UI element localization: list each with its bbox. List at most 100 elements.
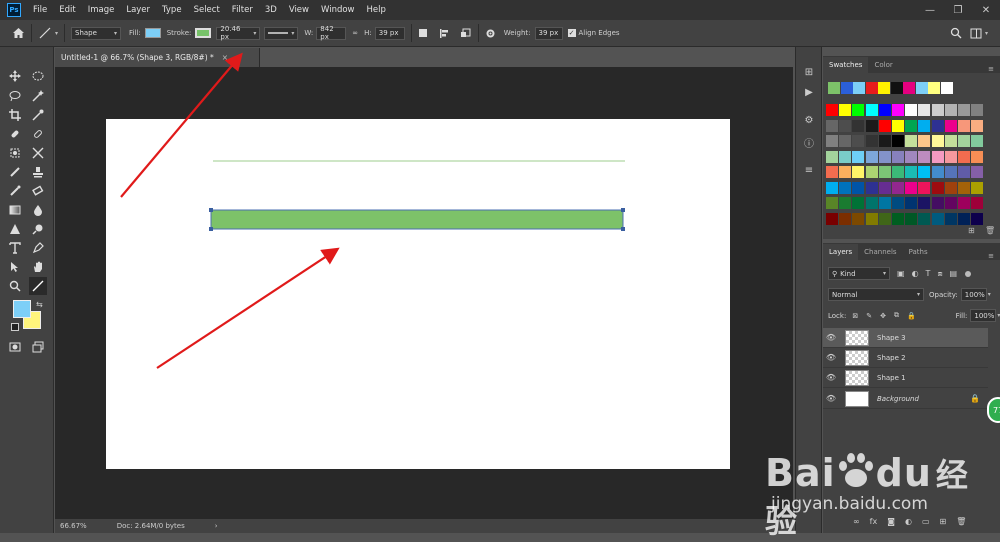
stamp-tool-icon[interactable] (29, 163, 47, 181)
color-swatch[interactable] (852, 197, 865, 209)
visibility-eye-icon[interactable]: 👁 (823, 394, 839, 403)
eraser-tool-icon[interactable] (29, 182, 47, 200)
color-swatch[interactable] (878, 197, 891, 209)
color-swatch[interactable] (852, 119, 865, 132)
color-swatch[interactable] (865, 150, 878, 163)
color-swatch[interactable] (971, 197, 984, 209)
color-swatch[interactable] (878, 135, 891, 147)
path-arrangement-icon[interactable] (460, 28, 472, 39)
line-tool-icon[interactable] (29, 277, 47, 295)
zoom-level[interactable]: 66.67% (60, 522, 87, 530)
color-swatch[interactable] (878, 104, 891, 116)
color-swatch[interactable] (971, 166, 984, 178)
pen-tool-icon[interactable] (29, 239, 47, 257)
swap-colors-icon[interactable]: ⇆ (36, 300, 43, 309)
align-edges-checkbox[interactable]: ✓ Align Edges (567, 29, 620, 37)
color-swatch[interactable] (878, 119, 891, 132)
color-swatch[interactable] (944, 135, 957, 147)
color-swatch[interactable] (905, 166, 918, 178)
lock-position-icon[interactable]: ✥ (880, 312, 886, 320)
color-swatch[interactable] (839, 166, 852, 178)
gear-icon[interactable] (485, 28, 496, 39)
layers-panel-menu-icon[interactable]: ≡ (988, 252, 1000, 260)
filter-adjustment-icon[interactable]: ◐ (912, 269, 919, 278)
color-swatch[interactable] (865, 212, 878, 225)
color-swatch[interactable] (958, 197, 970, 209)
layer-row[interactable]: 👁 Shape 3 (823, 328, 988, 348)
magic-wand-tool-icon[interactable] (29, 87, 47, 105)
color-swatch[interactable] (852, 181, 865, 194)
color-swatch[interactable] (878, 166, 891, 178)
visibility-eye-icon[interactable]: 👁 (823, 373, 839, 382)
color-swatch[interactable] (865, 166, 878, 178)
recent-swatch[interactable] (865, 82, 878, 94)
color-swatch[interactable] (944, 212, 957, 225)
fill-color-swatch[interactable] (144, 28, 161, 38)
link-icon[interactable]: ∞ (352, 29, 358, 37)
color-swatch[interactable] (931, 181, 944, 194)
brush-tool-icon[interactable] (29, 125, 47, 143)
stroke-width-field[interactable]: 20.46 px ▾ (216, 25, 261, 41)
workspace-icon[interactable]: ▾ (970, 28, 988, 39)
healing-brush-tool-icon[interactable] (6, 125, 24, 143)
eyedropper-tool-icon[interactable] (29, 106, 47, 124)
color-swatch[interactable] (878, 212, 891, 225)
color-swatch[interactable] (905, 197, 918, 209)
lock-pixels-icon[interactable]: ✎ (866, 312, 872, 320)
restore-icon[interactable]: ❐ (944, 0, 972, 20)
lock-transparent-icon[interactable]: ⊠ (852, 312, 858, 320)
screen-mode-icon[interactable] (29, 338, 47, 356)
color-swatch[interactable] (971, 119, 984, 132)
stroke-color-swatch[interactable] (195, 28, 212, 38)
dodge-tool-icon[interactable] (6, 220, 24, 238)
visibility-eye-icon[interactable]: 👁 (823, 353, 839, 362)
close-icon[interactable]: ✕ (972, 0, 1000, 20)
color-swatch[interactable] (878, 150, 891, 163)
color-swatch[interactable] (931, 104, 944, 116)
foreground-color-swatch[interactable] (13, 300, 31, 318)
lock-artboard-icon[interactable]: ⧉ (894, 311, 899, 320)
color-swatch[interactable] (958, 150, 970, 163)
color-swatch[interactable] (905, 104, 918, 116)
tab-color[interactable]: Color (868, 57, 898, 73)
lock-all-icon[interactable]: 🔒 (907, 312, 916, 320)
color-swatch[interactable] (826, 150, 838, 163)
filter-toggle-icon[interactable] (965, 270, 972, 277)
recent-swatch[interactable] (853, 82, 865, 94)
paint-brush-tool-icon[interactable] (6, 163, 24, 181)
color-swatch[interactable] (905, 150, 918, 163)
color-swatch[interactable] (839, 119, 852, 132)
color-swatch[interactable] (931, 166, 944, 178)
menu-window[interactable]: Window (315, 0, 361, 20)
color-swatch[interactable] (892, 212, 904, 225)
color-swatch[interactable] (918, 181, 931, 194)
tool-mode-select[interactable]: Shape ▾ (71, 26, 122, 40)
recent-swatch[interactable] (903, 82, 915, 94)
color-swatch[interactable] (918, 150, 931, 163)
close-document-icon[interactable]: × (222, 53, 228, 62)
color-swatch[interactable] (826, 166, 838, 178)
color-swatch[interactable] (892, 150, 904, 163)
color-swatch[interactable] (958, 104, 970, 116)
color-swatch[interactable] (958, 212, 970, 225)
move-tool-icon[interactable] (6, 67, 24, 85)
color-swatch[interactable] (865, 197, 878, 209)
color-swatch[interactable] (865, 119, 878, 132)
color-swatch[interactable] (958, 135, 970, 147)
color-swatch[interactable] (852, 166, 865, 178)
gradient-tool-icon[interactable] (6, 201, 24, 219)
status-menu-icon[interactable]: › (215, 522, 218, 530)
color-swatch[interactable] (918, 197, 931, 209)
hand-tool-icon[interactable] (29, 258, 47, 276)
menu-type[interactable]: Type (156, 0, 188, 20)
path-selection-tool-icon[interactable] (6, 258, 24, 276)
quick-mask-icon[interactable] (6, 338, 24, 356)
layer-row[interactable]: 👁 Shape 2 (823, 348, 988, 368)
delete-swatch-icon[interactable]: 🗑 (985, 226, 995, 235)
recent-swatch[interactable] (828, 82, 840, 94)
fill-field[interactable]: 100% ▾ (970, 309, 1000, 322)
width-field[interactable]: 842 px (316, 25, 347, 41)
color-swatch[interactable] (944, 197, 957, 209)
info-panel-icon[interactable]: ⓘ (802, 135, 816, 150)
menu-3d[interactable]: 3D (259, 0, 283, 20)
